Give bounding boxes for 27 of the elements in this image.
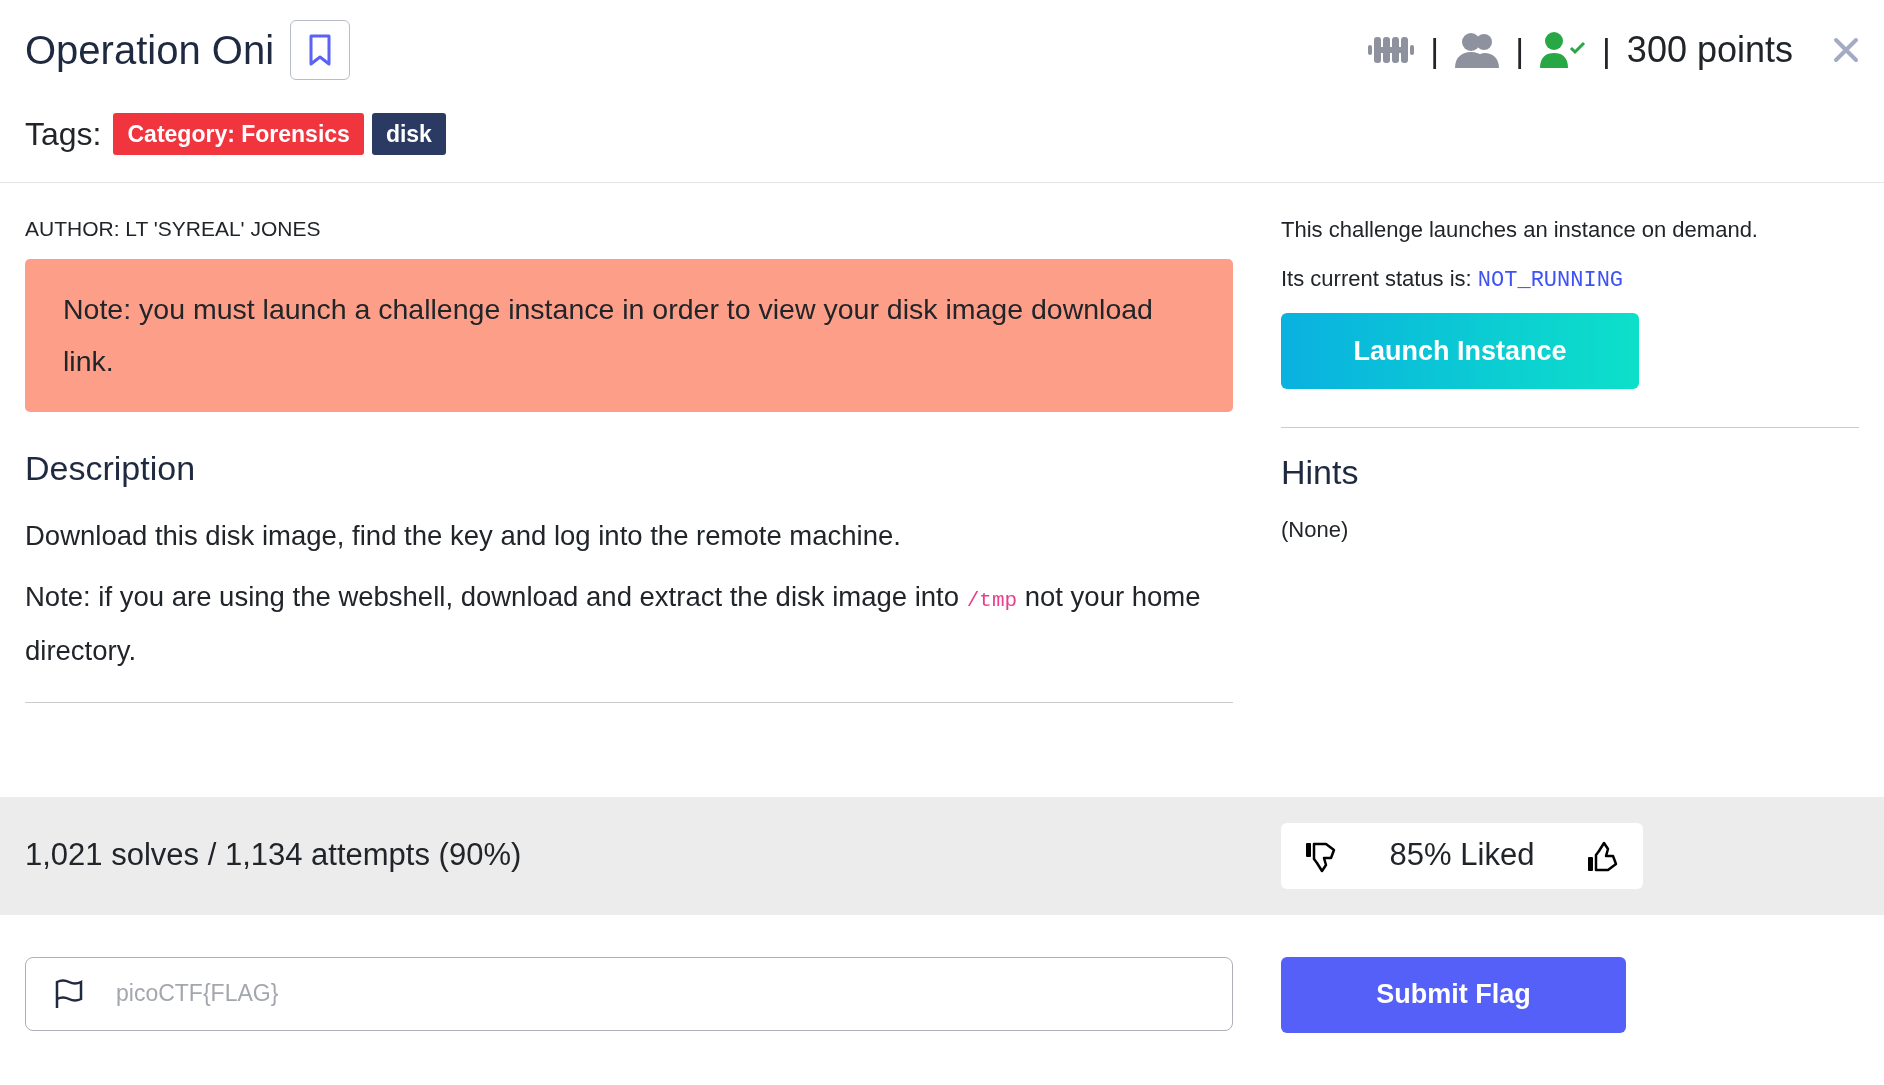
instance-info: This challenge launches an instance on demand. [1281, 216, 1759, 244]
instance-status: Its current status is: NOT_RUNNING [1281, 265, 1625, 295]
solves-stats: 1,021 solves / 1,134 attempts (90%) [25, 837, 522, 873]
bookmark-icon [309, 34, 332, 66]
close-icon [1833, 37, 1859, 63]
alert-note: Note: you must launch a challenge instance in order to view your disk image download link. [25, 258, 1233, 412]
people-icon [1455, 32, 1500, 68]
likes-text: 85% Liked [1389, 836, 1535, 875]
section-heading: Hints [1281, 452, 1360, 493]
hints-text: (None) [1281, 515, 1350, 544]
description-text: Note: if you are using the webshell, download and extract the disk image into /tmp not your home directory. [25, 580, 1202, 668]
thumbs-down-icon [1305, 841, 1337, 874]
tags-label: Tags: [25, 115, 102, 154]
separator: | [1515, 29, 1524, 71]
section-heading: Description [25, 447, 197, 489]
author-text: AUTHOR: LT 'SYREAL' JONES [25, 216, 322, 242]
points-value: 300 points [1626, 28, 1793, 72]
bookmark-button[interactable] [290, 20, 351, 80]
tag: Category: Forensics [113, 112, 364, 156]
separator: | [1430, 29, 1440, 71]
submit-flag-button[interactable]: Submit Flag [1281, 956, 1626, 1033]
thumbs-up-icon [1587, 841, 1619, 874]
separator: | [1602, 29, 1611, 71]
tag: disk [371, 112, 446, 156]
flag-input[interactable]: picoCTF{FLAG} [25, 956, 1233, 1031]
challenge-title: Operation Oni [25, 27, 275, 74]
description-text: Download this disk image, find the key and log into the remote machine. [25, 518, 902, 553]
